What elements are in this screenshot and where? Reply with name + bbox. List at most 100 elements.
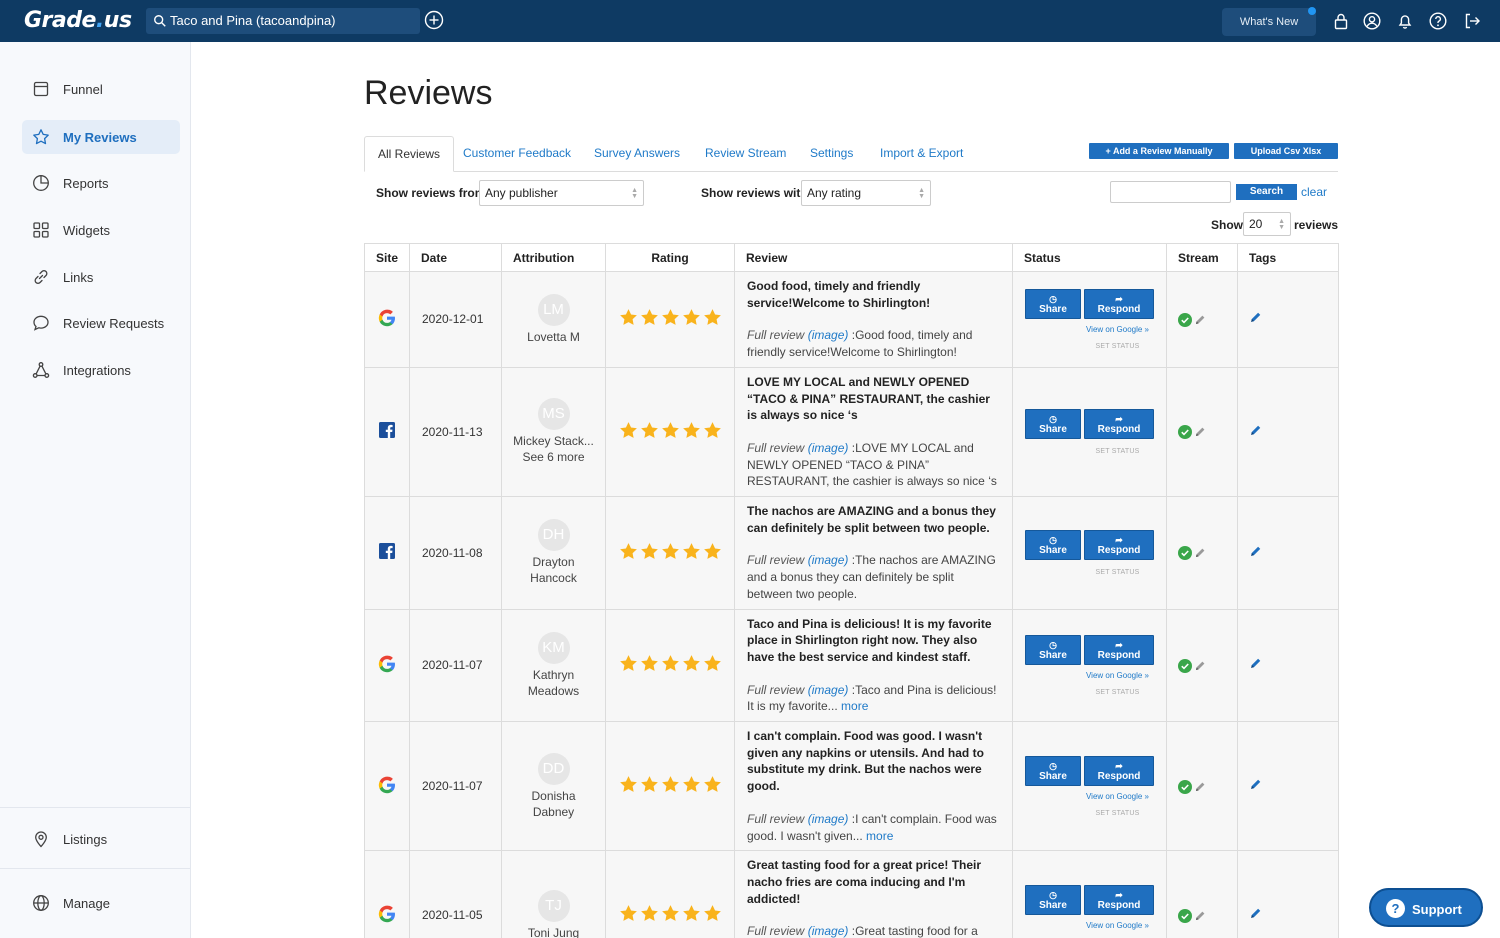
respond-button[interactable]: ➦ Respond — [1084, 634, 1154, 665]
review-search-input[interactable] — [1110, 181, 1231, 203]
share-button[interactable]: ◷ Share — [1025, 408, 1081, 439]
sidebar-item-reports[interactable]: Reports — [22, 166, 180, 200]
google-icon[interactable] — [378, 655, 396, 676]
edit-stream-icon[interactable] — [1194, 910, 1206, 922]
check-icon[interactable] — [1178, 425, 1192, 440]
check-icon[interactable] — [1178, 908, 1192, 923]
facebook-icon[interactable] — [378, 422, 396, 442]
edit-stream-icon[interactable] — [1194, 426, 1206, 438]
whats-new-button[interactable]: What's New — [1222, 8, 1316, 36]
share-button[interactable]: ◷ Share — [1025, 634, 1081, 665]
more-link[interactable]: more — [866, 829, 893, 843]
set-status-link[interactable]: SET STATUS — [1069, 569, 1166, 576]
tab-settings[interactable]: Settings — [797, 136, 866, 172]
rating-cell — [605, 608, 735, 723]
add-review-manually-button[interactable]: + Add a Review Manually — [1089, 143, 1229, 159]
account-icon[interactable] — [1363, 12, 1381, 30]
share-button[interactable]: ◷ Share — [1025, 288, 1081, 319]
edit-tags-icon[interactable] — [1249, 313, 1262, 327]
sidebar-item-funnel[interactable]: Funnel — [22, 72, 180, 106]
column-header-attribution[interactable]: Attribution — [501, 243, 606, 272]
location-search-input[interactable]: Taco and Pina (tacoandpina) — [146, 8, 420, 34]
column-header-review[interactable]: Review — [734, 243, 1013, 272]
google-icon[interactable] — [378, 776, 396, 797]
column-header-stream[interactable]: Stream — [1166, 243, 1238, 272]
edit-tags-icon[interactable] — [1249, 425, 1262, 440]
respond-button[interactable]: ➦ Respond — [1084, 408, 1154, 439]
tab-customer-feedback[interactable]: Customer Feedback — [450, 136, 584, 172]
tab-review-stream[interactable]: Review Stream — [692, 136, 799, 172]
tab-survey-answers[interactable]: Survey Answers — [581, 136, 693, 172]
view-on-google-link[interactable]: View on Google » — [1069, 325, 1166, 334]
tab-all-reviews[interactable]: All Reviews — [364, 136, 455, 172]
set-status-link[interactable]: SET STATUS — [1069, 810, 1166, 817]
share-button[interactable]: ◷ Share — [1025, 884, 1081, 915]
column-header-site[interactable]: Site — [364, 243, 410, 272]
clock-icon: ◷ — [1049, 639, 1057, 650]
google-icon[interactable] — [378, 309, 396, 330]
add-location-icon[interactable] — [424, 10, 444, 30]
set-status-link[interactable]: SET STATUS — [1069, 448, 1166, 455]
respond-button[interactable]: ➦ Respond — [1084, 529, 1154, 560]
sidebar-item-links[interactable]: Links — [22, 260, 180, 294]
image-link[interactable]: (image) — [808, 328, 849, 342]
publisher-select[interactable]: Any publisher ▲ ▼ — [479, 180, 644, 206]
help-icon[interactable] — [1429, 12, 1447, 30]
image-link[interactable]: (image) — [808, 553, 849, 567]
edit-tags-icon[interactable] — [1249, 546, 1262, 561]
page-size-select[interactable]: 20 ▲ ▼ — [1243, 212, 1291, 236]
bell-icon[interactable] — [1396, 12, 1414, 30]
logout-icon[interactable] — [1463, 12, 1481, 30]
sidebar-item-my-reviews[interactable]: My Reviews — [22, 120, 180, 154]
check-icon[interactable] — [1178, 312, 1192, 327]
tab-import-export[interactable]: Import & Export — [867, 136, 976, 172]
view-on-google-link[interactable]: View on Google » — [1069, 921, 1166, 930]
lock-icon[interactable] — [1332, 12, 1350, 30]
edit-stream-icon[interactable] — [1194, 660, 1206, 672]
clear-link[interactable]: clear — [1301, 185, 1327, 199]
view-on-google-link[interactable]: View on Google » — [1069, 792, 1166, 801]
check-icon[interactable] — [1178, 779, 1192, 794]
more-link[interactable]: more — [841, 699, 868, 713]
sidebar-item-review-requests[interactable]: Review Requests — [22, 306, 180, 340]
image-link[interactable]: (image) — [808, 441, 849, 455]
column-header-date[interactable]: Date — [409, 243, 502, 272]
image-link[interactable]: (image) — [808, 812, 849, 826]
edit-stream-icon[interactable] — [1194, 547, 1206, 559]
set-status-link[interactable]: SET STATUS — [1069, 343, 1166, 350]
logo[interactable]: Grade.us — [24, 8, 132, 33]
sidebar-item-integrations[interactable]: Integrations — [22, 353, 180, 387]
upload-csv-button[interactable]: Upload Csv Xlsx — [1234, 143, 1338, 159]
edit-tags-icon[interactable] — [1249, 779, 1262, 794]
facebook-icon[interactable] — [378, 543, 396, 563]
edit-tags-icon[interactable] — [1249, 659, 1262, 673]
reviewer-name-line2[interactable]: See 6 more — [502, 449, 605, 465]
check-icon[interactable] — [1178, 658, 1192, 673]
respond-button[interactable]: ➦ Respond — [1084, 884, 1154, 915]
sidebar-item-manage[interactable]: Manage — [22, 886, 180, 920]
view-on-google-link[interactable]: View on Google » — [1069, 671, 1166, 680]
set-status-link[interactable]: SET STATUS — [1069, 689, 1166, 696]
image-link[interactable]: (image) — [808, 924, 849, 938]
column-header-rating[interactable]: Rating — [605, 243, 735, 272]
edit-tags-icon[interactable] — [1249, 909, 1262, 923]
column-header-tags[interactable]: Tags — [1237, 243, 1339, 272]
rating-select[interactable]: Any rating ▲ ▼ — [801, 180, 931, 206]
respond-button[interactable]: ➦ Respond — [1084, 288, 1154, 319]
edit-stream-icon[interactable] — [1194, 781, 1206, 793]
image-link[interactable]: (image) — [808, 683, 849, 697]
check-icon[interactable] — [1178, 546, 1192, 561]
respond-button[interactable]: ➦ Respond — [1084, 755, 1154, 786]
share-label: Share — [1039, 770, 1067, 782]
share-button[interactable]: ◷ Share — [1025, 755, 1081, 786]
google-icon[interactable] — [378, 905, 396, 926]
sidebar-item-widgets[interactable]: Widgets — [22, 213, 180, 247]
share-button[interactable]: ◷ Share — [1025, 529, 1081, 560]
location-pin-icon — [35, 831, 47, 848]
column-header-status[interactable]: Status — [1012, 243, 1167, 272]
date-cell: 2020-11-08 — [409, 496, 502, 610]
search-button[interactable]: Search — [1236, 184, 1297, 200]
sidebar-item-listings[interactable]: Listings — [22, 822, 180, 856]
edit-stream-icon[interactable] — [1194, 314, 1206, 326]
support-button[interactable]: ? Support — [1369, 888, 1483, 927]
